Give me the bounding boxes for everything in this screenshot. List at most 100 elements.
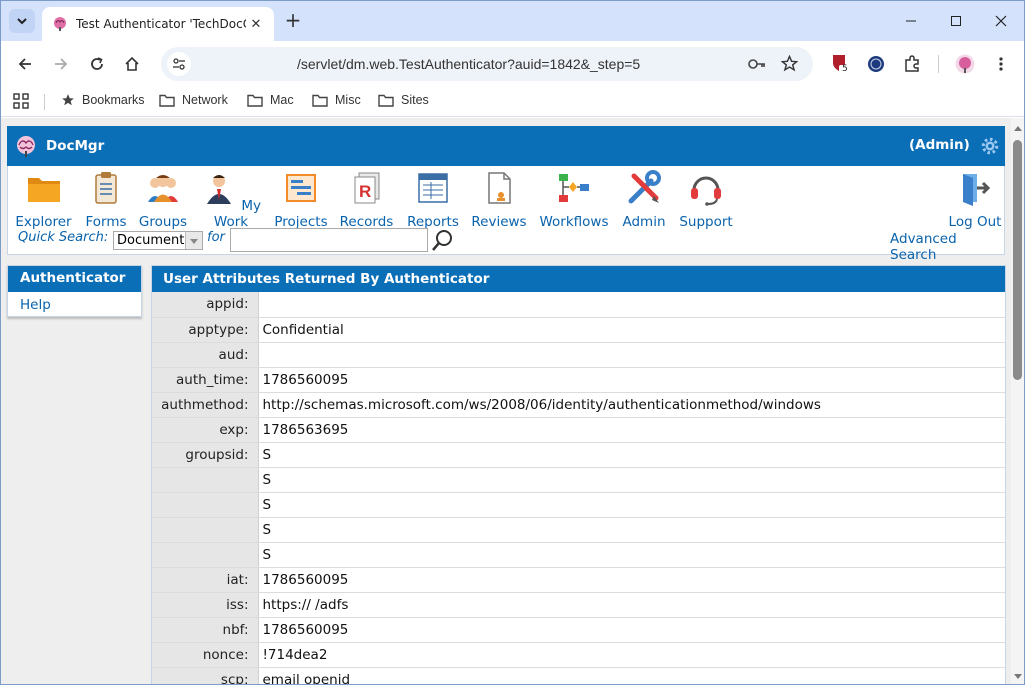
attribute-value: 1786560095 (258, 367, 1005, 393)
attribute-value (258, 292, 1005, 318)
logout-icon (963, 174, 991, 206)
forward-button[interactable] (48, 51, 74, 77)
attribute-name (152, 517, 259, 543)
reviews-icon (488, 172, 511, 204)
folder-icon (27, 178, 60, 202)
dropdown-arrow-icon[interactable] (185, 232, 202, 249)
sidebar-item-help[interactable]: Help (8, 292, 141, 313)
menu-admin[interactable]: Admin (620, 170, 668, 230)
close-icon (995, 15, 1007, 27)
extension-seal[interactable] (865, 53, 887, 75)
menu-records[interactable]: R Records (339, 170, 394, 230)
profile-button[interactable] (954, 53, 976, 75)
attribute-value: 1786560095 (258, 567, 1005, 593)
table-row: apptype: Confidential (152, 317, 1005, 343)
records-icon: R (354, 172, 379, 204)
maximize-button[interactable] (933, 1, 979, 41)
bookmark-bookmarks[interactable]: Bookmarks (61, 93, 145, 107)
scroll-thumb[interactable] (1013, 140, 1022, 380)
bookmark-mac[interactable]: Mac (247, 93, 294, 107)
menu-label: Reviews (471, 214, 527, 230)
home-button[interactable] (119, 51, 145, 77)
key-icon[interactable] (748, 57, 766, 71)
table-row: auth_time: 1786560095 (152, 367, 1005, 393)
menu-label: Support (679, 214, 733, 230)
person-icon (207, 175, 232, 204)
menu-forms[interactable]: Forms (83, 170, 129, 230)
menu-label: Log Out (948, 214, 1002, 230)
attribute-value: S (258, 442, 1005, 468)
bookmark-sites[interactable]: Sites (378, 93, 429, 107)
bookmark-label: Misc (335, 93, 361, 107)
puzzle-icon (905, 55, 919, 72)
bookmark-label: Bookmarks (82, 93, 145, 107)
bookmark-misc[interactable]: Misc (312, 93, 361, 107)
arrow-right-icon (55, 58, 68, 70)
user-role: (Admin) (909, 137, 970, 153)
menu-reports[interactable]: Reports (406, 170, 460, 230)
table-row: iat: 1786560095 (152, 567, 1005, 593)
bookmarks-divider (44, 94, 45, 110)
star-icon[interactable] (781, 55, 798, 72)
attribute-value: 1786560095 (258, 617, 1005, 643)
scroll-down-icon[interactable] (1014, 674, 1022, 679)
back-button[interactable] (12, 51, 38, 77)
search-icon[interactable] (431, 228, 455, 252)
toolbar-divider (938, 55, 939, 73)
attribute-name (152, 467, 259, 493)
menu-support[interactable]: Support (677, 170, 735, 230)
browser-toolbar: /servlet/dm.web.TestAuthenticator?auid=1… (1, 41, 1024, 87)
scroll-up-icon[interactable] (1014, 126, 1022, 131)
active-tab[interactable]: Test Authenticator 'TechDocOID ✕ (42, 7, 274, 41)
star-filled-icon (62, 94, 74, 106)
tab-search-button[interactable] (9, 9, 35, 33)
site-info-button[interactable] (167, 52, 191, 76)
address-bar[interactable]: /servlet/dm.web.TestAuthenticator?auid=1… (161, 47, 813, 81)
menu-reviews[interactable]: Reviews (471, 170, 527, 230)
attribute-value: Confidential (258, 317, 1005, 343)
new-tab-button[interactable]: + (283, 10, 303, 31)
avatar-icon (955, 54, 975, 74)
menu-projects[interactable]: Projects (273, 170, 329, 230)
apps-button[interactable] (13, 93, 36, 109)
reload-icon (91, 57, 103, 70)
attribute-value: S (258, 467, 1005, 493)
table-row: S (152, 517, 1005, 543)
vertical-scrollbar[interactable] (1011, 118, 1024, 684)
logout-button[interactable]: Log Out (945, 170, 1005, 230)
tab-title: Test Authenticator 'TechDocOID (76, 17, 246, 31)
bookmark-label: Mac (270, 93, 294, 107)
url-text[interactable]: /servlet/dm.web.TestAuthenticator?auid=1… (297, 56, 640, 72)
attribute-name: auth_time: (152, 367, 259, 393)
extension-shield[interactable]: 5 (829, 53, 851, 75)
menu-label: Admin (622, 214, 666, 230)
browser-menu-button[interactable] (990, 53, 1012, 75)
bookmark-network[interactable]: Network (159, 93, 228, 107)
menu-groups[interactable]: Groups (138, 170, 188, 230)
gear-icon[interactable] (981, 137, 999, 155)
menu-label: Forms (85, 214, 127, 230)
menu-my-work[interactable]: My Work (201, 170, 261, 230)
extensions-button[interactable] (901, 53, 923, 75)
menu-explorer[interactable]: Explorer (15, 170, 72, 230)
minimize-button[interactable] (888, 1, 934, 41)
close-tab-icon[interactable]: ✕ (248, 16, 264, 32)
attribute-name: authmethod: (152, 392, 259, 418)
table-row: authmethod: http://schemas.microsoft.com/… (152, 392, 1005, 418)
table-row: groupsid: S (152, 442, 1005, 468)
quick-search-input[interactable] (230, 228, 428, 252)
search-type-select[interactable]: Document (113, 231, 203, 250)
extension-badge: 5 (842, 64, 848, 74)
menu-workflows[interactable]: Workflows (539, 170, 609, 230)
headset-icon (691, 176, 721, 206)
advanced-search-link[interactable]: Advanced Search (890, 231, 1004, 263)
close-window-button[interactable] (978, 1, 1024, 41)
maximize-icon (951, 16, 961, 26)
minimize-icon (906, 20, 916, 22)
reload-button[interactable] (84, 51, 110, 77)
reports-icon (418, 173, 448, 203)
for-label: for (207, 230, 225, 245)
brain-favicon-icon (54, 17, 66, 31)
attribute-name (152, 492, 259, 518)
quick-search-label: Quick Search: (18, 230, 109, 245)
